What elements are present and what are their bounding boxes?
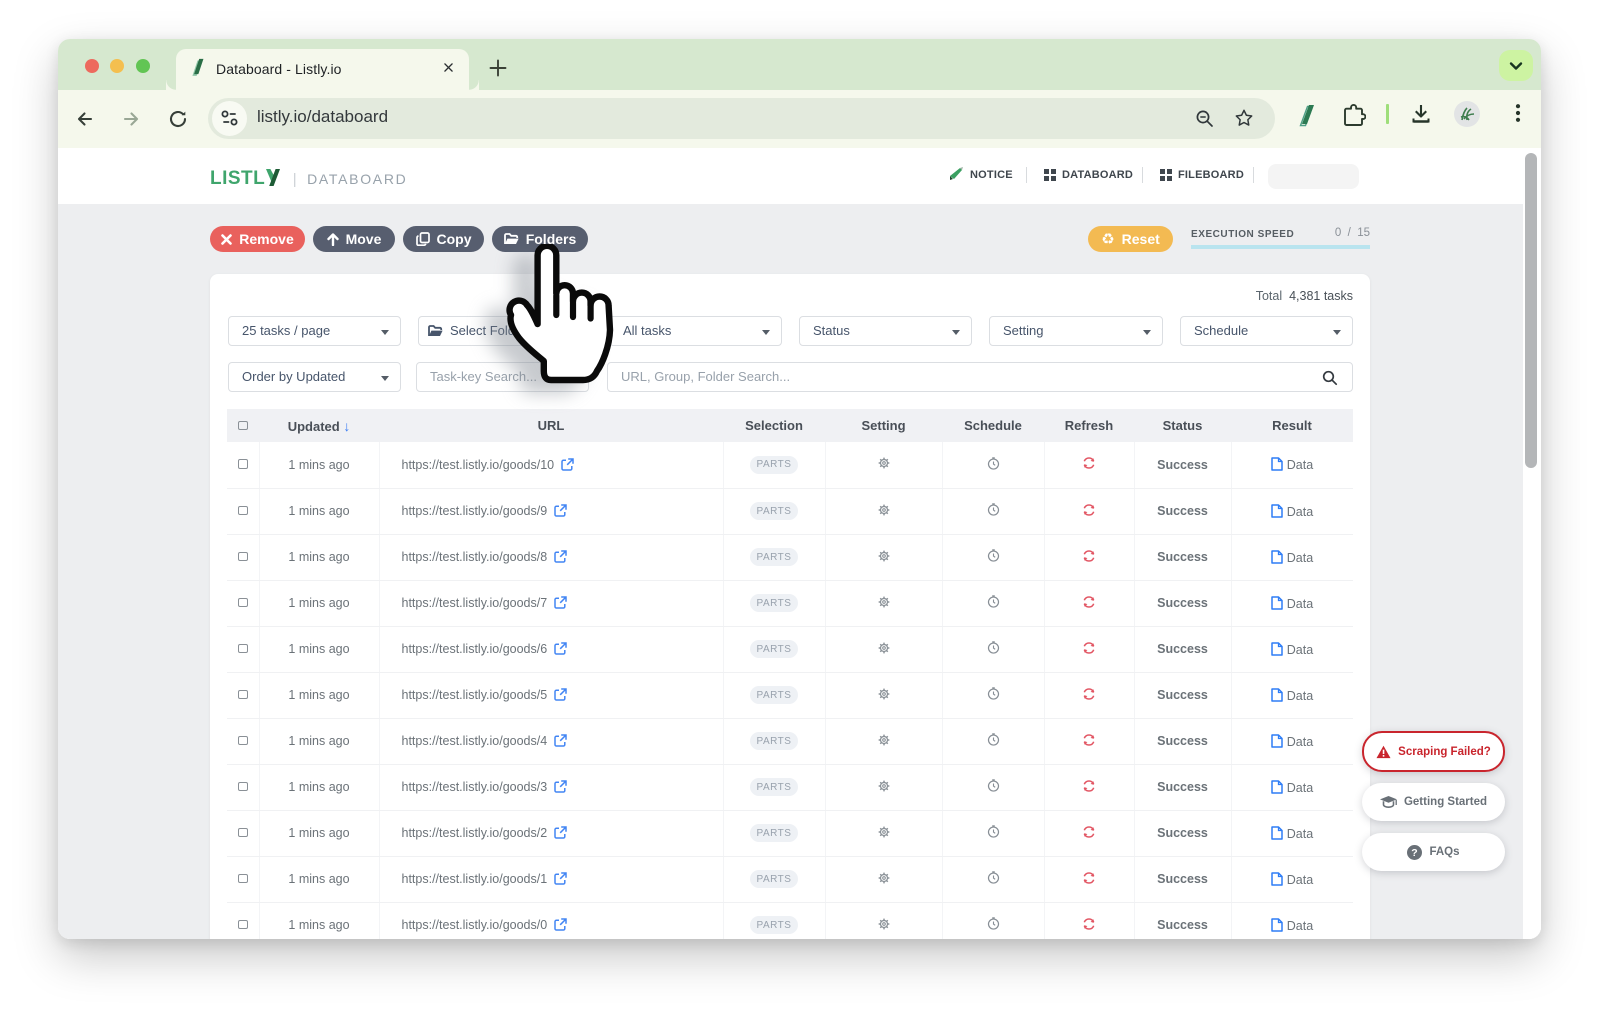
svg-text:?: ? xyxy=(1412,847,1418,859)
